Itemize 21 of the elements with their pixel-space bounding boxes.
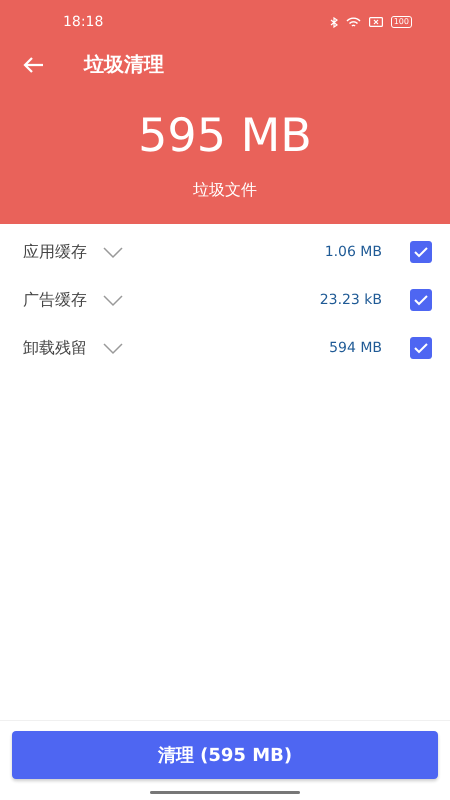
bluetooth-icon [330,16,338,28]
checkmark-icon [413,246,429,258]
status-time: 18:18 [63,12,104,32]
battery-level: 100 [390,16,412,28]
checkbox[interactable] [410,241,432,263]
total-size: 595 MB [138,112,312,158]
category-name: 广告缓存 [23,289,87,311]
clean-button[interactable]: 清理 (595 MB) [12,731,438,779]
checkbox[interactable] [410,337,432,359]
page-title: 垃圾清理 [84,51,164,78]
checkbox[interactable] [410,289,432,311]
category-size: 23.23 kB [320,290,382,310]
sim-icon [368,17,383,27]
category-size: 594 MB [329,338,382,358]
summary-caption: 垃圾文件 [193,179,257,201]
category-name: 应用缓存 [23,241,87,263]
wifi-icon [346,16,361,28]
category-name: 卸载残留 [23,337,87,359]
category-size: 1.06 MB [324,242,382,262]
checkmark-icon [413,294,429,306]
checkmark-icon [413,342,429,354]
